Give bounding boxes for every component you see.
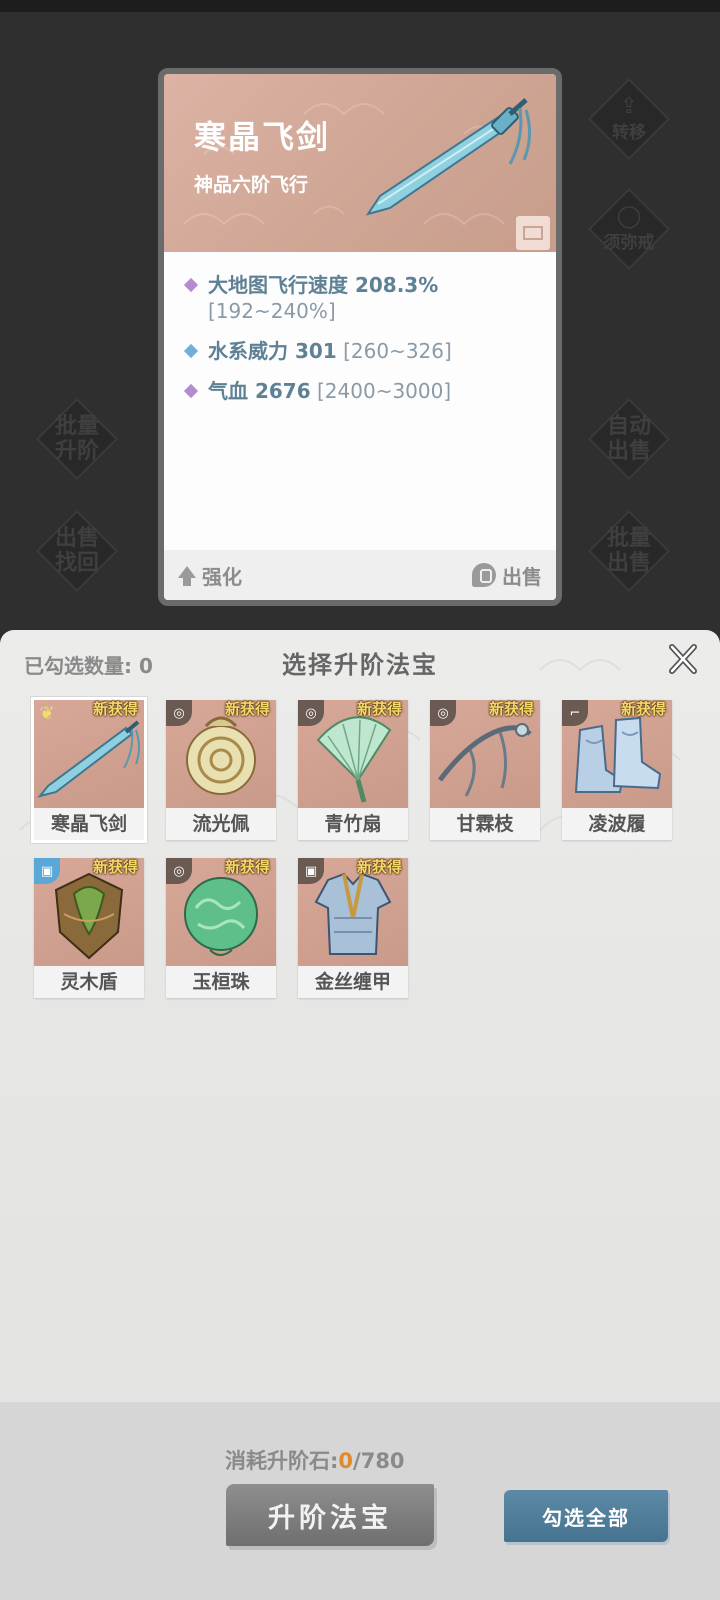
card-header: 寒晶飞剑 神品六阶飞行 xyxy=(164,74,556,252)
stat-row: 气血 2676 [2400~3000] xyxy=(180,378,540,404)
flying-sword-image xyxy=(365,98,531,216)
batch-upgrade-button[interactable]: 批量升阶 xyxy=(34,396,120,482)
item-card[interactable]: ◎ 新获得 玉桓珠 xyxy=(166,858,276,998)
stat-row: 大地图飞行速度 208.3% [192~240%] xyxy=(180,272,540,324)
item-grade: 神品六阶飞行 xyxy=(194,174,309,196)
stat-list: 大地图飞行速度 208.3% [192~240%] 水系威力 301 [260~… xyxy=(180,272,540,418)
panel-title: 选择升阶法宝 xyxy=(282,651,438,679)
item-card[interactable]: ▣ 新获得 灵木盾 xyxy=(34,858,144,998)
close-button[interactable] xyxy=(664,640,702,678)
batch-sell-button[interactable]: 批量出售 xyxy=(586,508,672,594)
equip-toggle-icon[interactable] xyxy=(516,216,550,250)
ring-icon: ◯ xyxy=(616,203,642,229)
status-strip xyxy=(0,0,720,12)
item-card[interactable]: ◎ 新获得 青竹扇 xyxy=(298,700,408,840)
upload-icon: ⇪ xyxy=(619,93,639,119)
enhance-button[interactable]: 强化 xyxy=(178,561,242,590)
money-bag-icon xyxy=(472,563,496,587)
item-card[interactable]: ▣ 新获得 金丝缠甲 xyxy=(298,858,408,998)
upgrade-button[interactable]: 升阶法宝 xyxy=(226,1484,434,1546)
cost-readout: 消耗升阶石:0/780 xyxy=(225,1449,405,1473)
stat-row: 水系威力 301 [260~326] xyxy=(180,338,540,364)
sell-retrieve-button[interactable]: 出售找回 xyxy=(34,508,120,594)
diamond-icon xyxy=(183,343,199,359)
card-footer: 强化 出售 xyxy=(164,550,556,600)
close-icon xyxy=(669,644,697,674)
diamond-icon xyxy=(183,277,199,293)
arrow-up-icon xyxy=(178,566,196,586)
item-card[interactable]: ❦ 新获得 寒晶飞剑 xyxy=(31,697,147,843)
item-detail-card: 寒晶飞剑 神品六阶飞行 大地图飞行速度 208.3% [192~240%] 水系… xyxy=(158,68,562,606)
sell-button[interactable]: 出售 xyxy=(472,561,542,590)
item-title: 寒晶飞剑 xyxy=(194,118,331,156)
ring-button[interactable]: ◯ 须弥戒 xyxy=(586,186,672,272)
transfer-button[interactable]: ⇪ 转移 xyxy=(586,76,672,162)
diamond-icon xyxy=(183,383,199,399)
select-all-button[interactable]: 勾选全部 xyxy=(504,1490,668,1542)
auto-sell-button[interactable]: 自动出售 xyxy=(586,396,672,482)
item-card[interactable]: ⌐ 新获得 凌波履 xyxy=(562,700,672,840)
item-card[interactable]: ◎ 新获得 流光佩 xyxy=(166,700,276,840)
item-card[interactable]: ◎ 新获得 甘霖枝 xyxy=(430,700,540,840)
